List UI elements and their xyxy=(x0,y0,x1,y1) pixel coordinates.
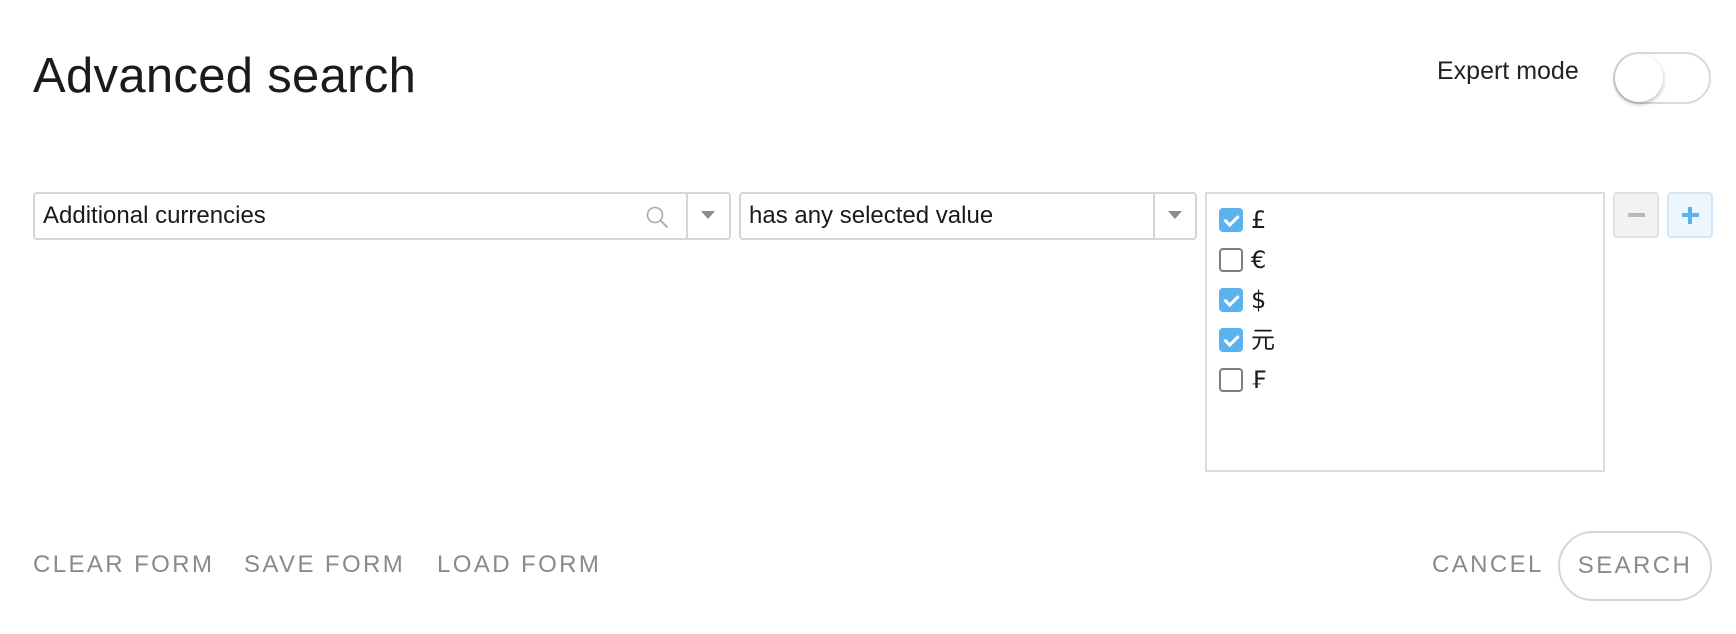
value-item-euro[interactable]: € xyxy=(1219,245,1266,275)
page-title: Advanced search xyxy=(33,49,417,103)
value-item-dollar[interactable]: $ xyxy=(1219,285,1266,315)
value-checkbox[interactable] xyxy=(1219,328,1243,352)
value-checkbox[interactable] xyxy=(1219,288,1243,312)
value-checkbox[interactable] xyxy=(1219,368,1243,392)
value-label: ₣ xyxy=(1251,366,1267,394)
minus-icon xyxy=(1628,213,1645,217)
clear-form-button[interactable]: CLEAR FORM xyxy=(33,550,214,580)
load-form-button[interactable]: LOAD FORM xyxy=(437,550,601,580)
field-dropdown-button[interactable] xyxy=(688,194,729,238)
value-item-yuan[interactable]: 元 xyxy=(1219,325,1275,355)
chevron-down-icon xyxy=(1168,211,1182,219)
field-select xyxy=(33,192,731,240)
value-checkbox[interactable] xyxy=(1219,208,1243,232)
search-icon xyxy=(646,206,668,228)
toggle-knob xyxy=(1615,54,1663,102)
save-form-button[interactable]: SAVE FORM xyxy=(244,550,405,580)
operator-dropdown-button[interactable] xyxy=(1155,194,1195,238)
remove-criterion-button[interactable] xyxy=(1613,192,1659,238)
add-criterion-button[interactable] xyxy=(1667,192,1713,238)
field-input[interactable] xyxy=(35,194,675,238)
value-label: $ xyxy=(1251,286,1267,314)
value-label: € xyxy=(1251,246,1267,274)
value-label: £ xyxy=(1251,206,1267,234)
value-checkbox[interactable] xyxy=(1219,248,1243,272)
value-item-franc[interactable]: ₣ xyxy=(1219,365,1266,395)
operator-input[interactable] xyxy=(741,194,1153,238)
operator-select xyxy=(739,192,1197,240)
chevron-down-icon xyxy=(701,211,715,219)
value-item-pound[interactable]: £ xyxy=(1219,205,1266,235)
expert-mode-label: Expert mode xyxy=(1437,57,1579,85)
values-list: £ € $ 元 ₣ xyxy=(1205,192,1605,472)
value-label: 元 xyxy=(1251,326,1275,354)
expert-mode-toggle[interactable] xyxy=(1613,52,1711,104)
cancel-button[interactable]: CANCEL xyxy=(1432,550,1544,580)
search-button[interactable]: SEARCH xyxy=(1558,531,1712,601)
